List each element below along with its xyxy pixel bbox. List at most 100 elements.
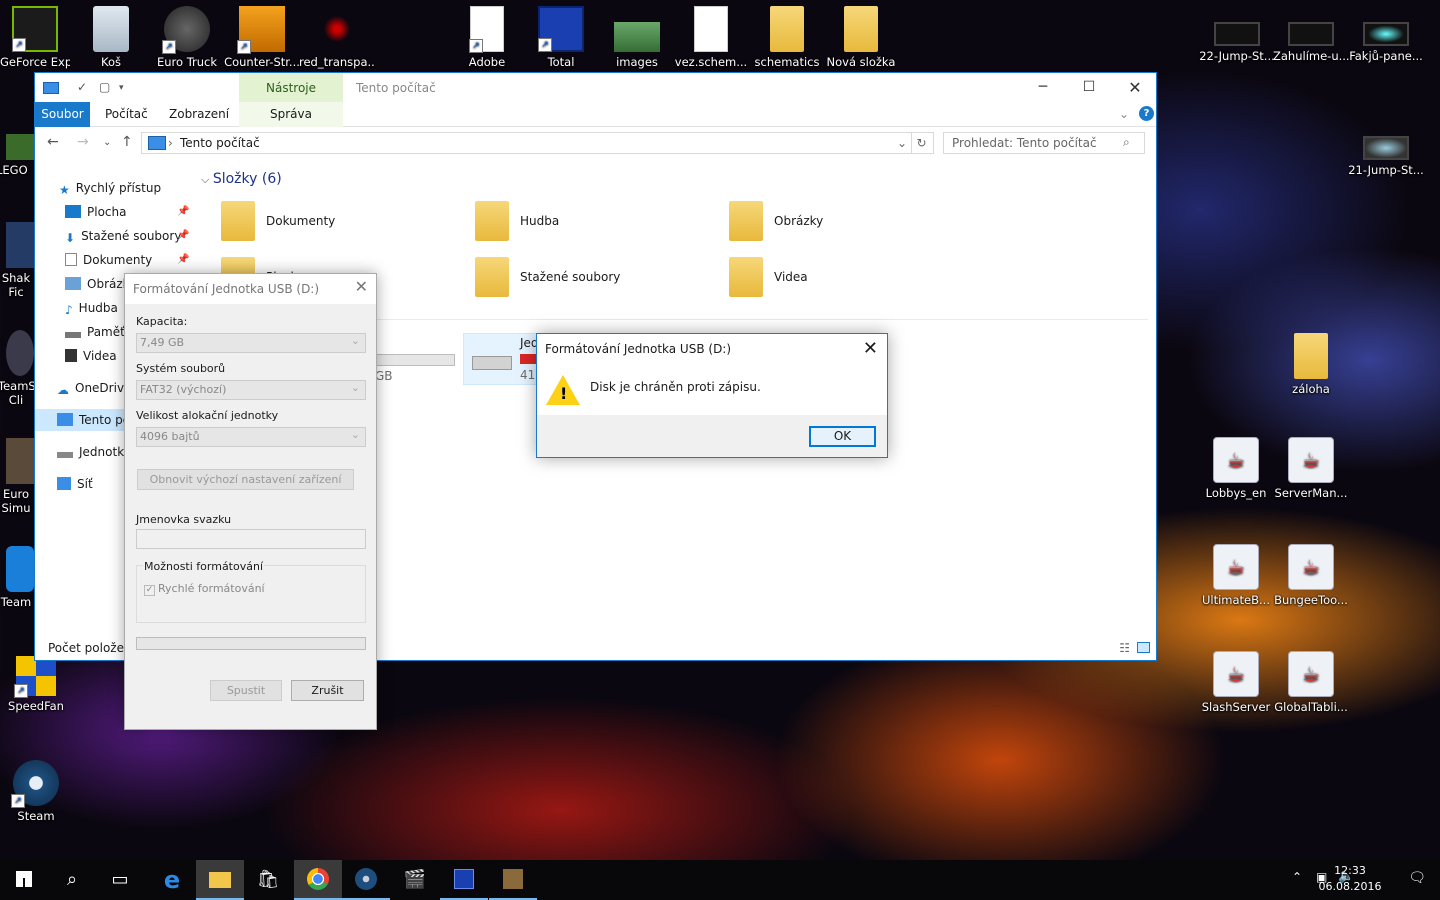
desktop-icon-euro-sim[interactable]: Euro Simu — [0, 438, 34, 515]
nav-item-videos[interactable]: Videa — [65, 345, 117, 367]
taskbar-video[interactable]: 🎬 — [391, 860, 439, 900]
capacity-select[interactable]: 7,49 GB — [136, 332, 366, 353]
desktop-icon-teamviewer[interactable]: Team — [0, 546, 34, 609]
search-button[interactable]: ⌕ — [48, 860, 96, 900]
video-file-icon — [1214, 22, 1260, 46]
new-folder-icon[interactable]: ▢ — [99, 80, 110, 94]
close-button[interactable]: ✕ — [1112, 73, 1158, 102]
taskbar-file-explorer[interactable] — [196, 860, 244, 900]
nav-item-desktop[interactable]: Plocha 📌 — [65, 201, 195, 223]
desktop-icon-ultimateb[interactable]: ☕ UltimateB... — [1198, 544, 1274, 607]
ribbon-tabs: Soubor Počítač Zobrazení Správa ⌄ ? — [35, 102, 1156, 127]
search-input[interactable]: Prohledat: Tento počítač — [943, 132, 1145, 154]
desktop-icon-bungeetoo[interactable]: ☕ BungeeToo... — [1273, 544, 1349, 607]
nav-item-label: Paměť — [87, 325, 125, 339]
taskbar-store[interactable]: 🛍 — [244, 860, 292, 900]
desktop-icon-steam[interactable]: Steam — [0, 760, 72, 823]
desktop-icon-recycle-bin[interactable]: Koš — [73, 6, 149, 69]
ok-button[interactable]: OK — [809, 426, 876, 447]
task-view-button[interactable]: ▭ — [96, 860, 144, 900]
desktop-icon-globaltabli[interactable]: ☕ GlobalTabli... — [1273, 651, 1349, 714]
address-bar[interactable]: › Tento počítač ⌄ ↻ — [141, 132, 934, 154]
desktop-icon-zaloha[interactable]: záloha — [1273, 333, 1349, 396]
breadcrumb-this-pc[interactable]: Tento počítač — [180, 136, 260, 150]
desktop-icon-serverman[interactable]: ☕ ServerMan... — [1273, 437, 1349, 500]
folder-downloads[interactable]: Stažené soubory — [475, 253, 715, 301]
recent-chevron-icon[interactable]: ⌄ — [103, 137, 111, 148]
forward-arrow-icon[interactable]: → — [77, 134, 89, 150]
details-view-icon[interactable]: ☷ — [1119, 636, 1130, 660]
nav-item-usb-drive[interactable]: Jednotka — [57, 441, 131, 463]
cancel-button[interactable]: Zrušit — [291, 680, 364, 701]
drive-usb-item[interactable]: Jed 417 — [463, 333, 550, 385]
desktop-icon-21-jump[interactable]: 21-Jump-St... — [1348, 120, 1424, 177]
desktop-icon-fakju[interactable]: Fakjů-pane... — [1348, 6, 1424, 63]
allocation-select[interactable]: 4096 bajtů — [136, 426, 366, 447]
nav-item-music[interactable]: ♪ Hudba — [65, 297, 118, 319]
desktop-icon-shak[interactable]: Shak Fic — [0, 222, 34, 299]
properties-icon[interactable]: ✓ — [77, 80, 87, 94]
desktop-icon-vez-schem[interactable]: vez.schem... — [673, 6, 749, 69]
nav-item-quick-access[interactable]: ★ Rychlý přístup — [59, 177, 161, 199]
action-center-icon[interactable]: 🗨 — [1408, 870, 1426, 886]
folder-documents[interactable]: Dokumenty — [221, 197, 461, 245]
start-button[interactable] — [0, 860, 48, 900]
quick-format-checkbox[interactable]: ✓ Rychlé formátování — [144, 582, 265, 596]
desktop-icon-red-transparent[interactable]: red_transpa... — [299, 6, 375, 69]
volume-label-input[interactable] — [136, 529, 366, 549]
taskbar-total[interactable] — [440, 860, 488, 900]
desktop-icon-schematics[interactable]: schematics — [749, 6, 825, 69]
nav-item-pictures[interactable]: Obrázk — [65, 273, 130, 295]
restore-defaults-button[interactable]: Obnovit výchozí nastavení zařízení — [137, 469, 354, 490]
help-icon[interactable]: ? — [1139, 106, 1154, 121]
desktop-icon-lego[interactable]: LEGO — [0, 134, 36, 177]
desktop-icon-nova-slozka[interactable]: Nová složka — [823, 6, 899, 69]
tab-file[interactable]: Soubor — [35, 102, 90, 127]
folder-music[interactable]: Hudba — [475, 197, 715, 245]
desktop-icon-geforce[interactable]: GeForce Expe — [0, 6, 70, 69]
desktop-icon-lobbys[interactable]: ☕ Lobbys_en — [1198, 437, 1274, 500]
tab-view[interactable]: Zobrazení — [169, 102, 229, 127]
desktop-icon-slashserver[interactable]: ☕ SlashServer — [1198, 651, 1274, 714]
folder-videos[interactable]: Videa — [729, 253, 969, 301]
maximize-button[interactable]: ☐ — [1066, 73, 1112, 102]
desktop-icon-total[interactable]: Total — [523, 6, 599, 69]
tab-computer[interactable]: Počítač — [105, 102, 148, 127]
back-arrow-icon[interactable]: ← — [47, 134, 59, 150]
taskbar-steam[interactable] — [342, 860, 390, 900]
start-button[interactable]: Spustit — [210, 680, 282, 701]
address-dropdown-icon[interactable]: ⌄ — [897, 133, 907, 153]
minimize-button[interactable]: ─ — [1020, 73, 1066, 102]
desktop-icon-adobe[interactable]: Adobe — [449, 6, 525, 69]
tab-manage[interactable]: Správa — [239, 102, 343, 127]
folders-group-header[interactable]: ⌵ Složky (6) — [201, 171, 282, 187]
taskbar-chrome[interactable] — [294, 860, 342, 900]
desktop-icon-label: Koš — [101, 55, 121, 69]
folder-pictures[interactable]: Obrázky — [729, 197, 969, 245]
nav-item-network[interactable]: Síť — [57, 473, 93, 495]
nav-item-onedrive[interactable]: ☁ OneDrive — [57, 377, 131, 399]
qat-dropdown-icon[interactable]: ▾ — [119, 83, 124, 93]
desktop-icon-teamspeak[interactable]: TeamS Cli — [0, 330, 34, 407]
format-progress-bar — [136, 637, 366, 650]
nav-item-downloads[interactable]: ⬇ Stažené soubory 📌 — [65, 225, 195, 247]
nav-item-documents[interactable]: Dokumenty 📌 — [65, 249, 195, 271]
desktop-icon-zahulime[interactable]: Zahulíme-u... — [1273, 6, 1349, 63]
desktop-icon-22-jump[interactable]: 22-Jump-St... — [1199, 6, 1275, 63]
desktop-icon-csgo[interactable]: Counter-Str... — [224, 6, 300, 69]
desktop-icon-speedfan[interactable]: SpeedFan — [0, 656, 72, 713]
nav-item-memory[interactable]: Paměť — [65, 321, 125, 343]
taskbar-edge[interactable]: e — [148, 860, 196, 900]
close-icon[interactable]: ✕ — [355, 277, 368, 296]
desktop-icon-euro-truck[interactable]: Euro Truck — [149, 6, 225, 69]
desktop-icon-images[interactable]: images — [599, 6, 675, 69]
ribbon-expand-icon[interactable]: ⌄ — [1119, 102, 1129, 127]
show-hidden-icons-icon[interactable]: ⌃ — [1292, 870, 1302, 884]
taskbar-minecraft[interactable] — [489, 860, 537, 900]
close-icon[interactable]: ✕ — [863, 338, 878, 359]
large-icons-view-icon[interactable] — [1137, 642, 1150, 653]
refresh-icon[interactable]: ↻ — [911, 133, 931, 153]
up-arrow-icon[interactable]: ↑ — [121, 134, 133, 150]
filesystem-select[interactable]: FAT32 (výchozí) — [136, 379, 366, 400]
clock[interactable]: 12:33 06.08.2016 — [1318, 863, 1382, 895]
